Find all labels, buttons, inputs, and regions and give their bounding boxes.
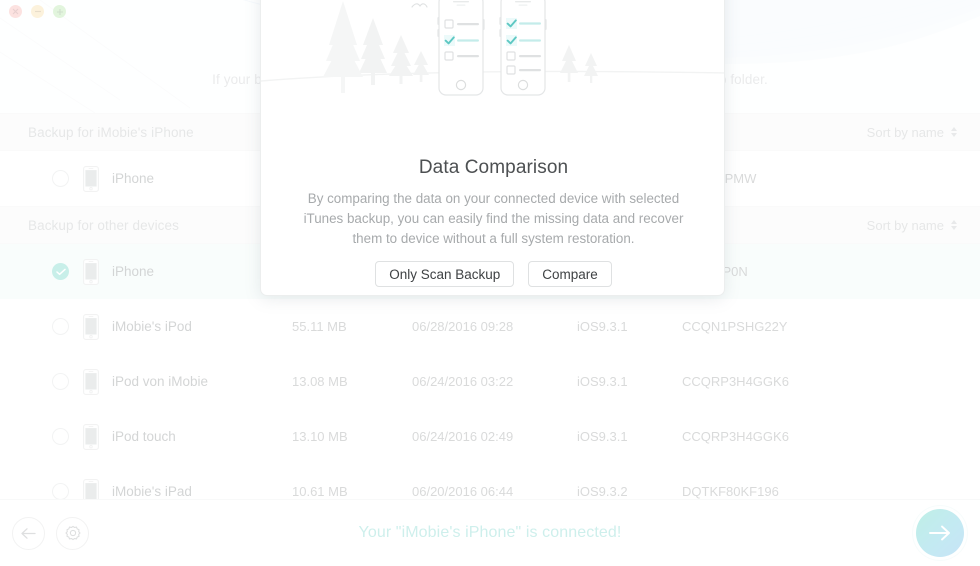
compare-button[interactable]: Compare (528, 261, 612, 287)
comparison-illustration (261, 0, 724, 133)
only-scan-backup-button[interactable]: Only Scan Backup (375, 261, 515, 287)
dialog-actions: Only Scan Backup Compare (261, 261, 724, 287)
dialog-title: Data Comparison (418, 157, 569, 178)
data-comparison-dialog: Data Comparison By comparing the data on… (260, 0, 725, 296)
app-window: If your backup is not shown here, please… (0, 0, 980, 566)
dialog-description: By comparing the data on your connected … (303, 191, 684, 246)
